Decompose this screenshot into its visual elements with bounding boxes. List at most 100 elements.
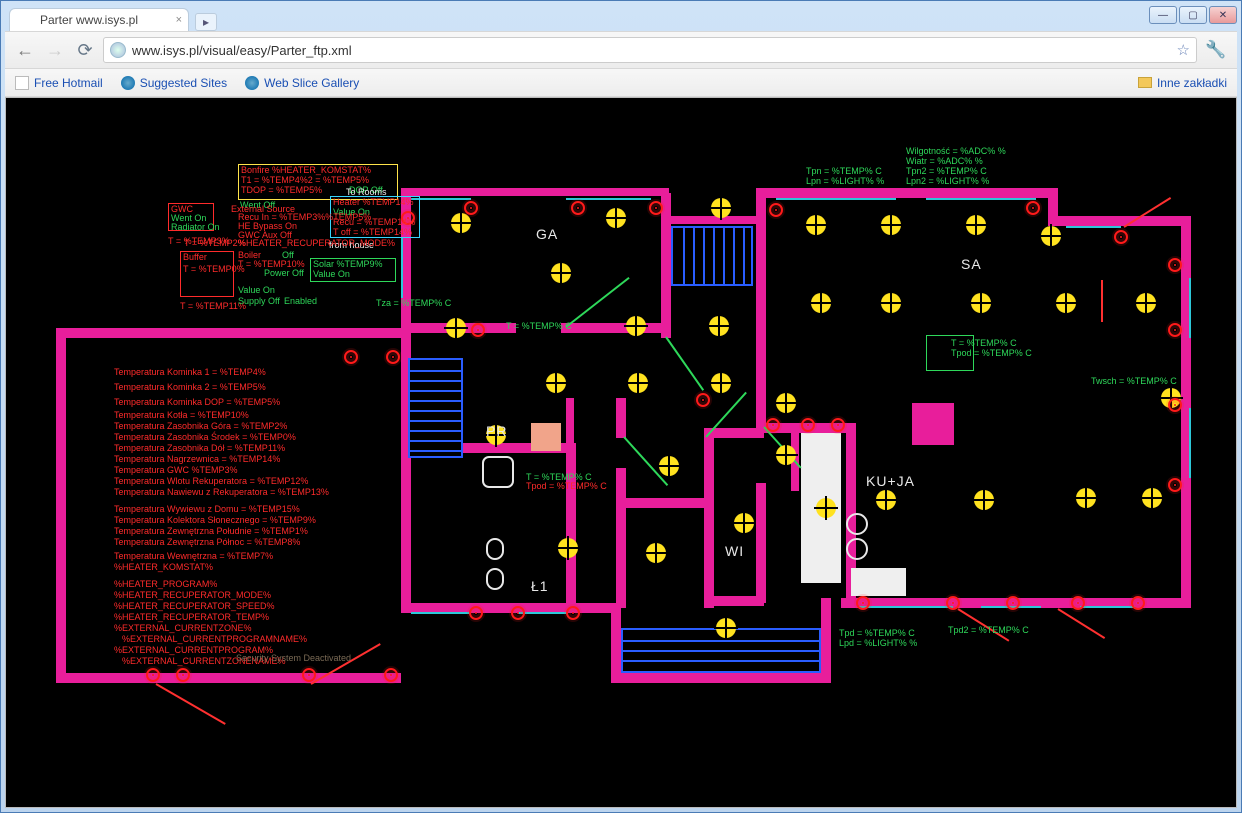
address-bar[interactable]: ☆	[103, 37, 1197, 63]
light-icon[interactable]	[776, 393, 796, 413]
other-bookmarks[interactable]: Inne zakładki	[1138, 76, 1227, 90]
light-icon[interactable]	[776, 445, 796, 465]
light-icon[interactable]	[881, 293, 901, 313]
light-icon[interactable]	[606, 208, 626, 228]
stairs	[408, 358, 463, 458]
light-icon[interactable]	[811, 293, 831, 313]
object-block	[531, 423, 561, 451]
wall	[821, 598, 831, 683]
close-button[interactable]: ✕	[1209, 6, 1237, 24]
sensor-icon[interactable]	[696, 393, 710, 407]
forward-button[interactable]: →	[43, 38, 67, 62]
wall	[1048, 216, 1188, 226]
sensor-icon[interactable]	[1168, 398, 1182, 412]
light-icon[interactable]	[646, 543, 666, 563]
bookmark-web-slice[interactable]: Web Slice Gallery	[245, 76, 359, 90]
browser-tab[interactable]: Parter www.isys.pl ×	[9, 8, 189, 31]
sensor-icon[interactable]	[1168, 258, 1182, 272]
wrench-menu-icon[interactable]: 🔧	[1203, 40, 1229, 60]
light-icon[interactable]	[551, 263, 571, 283]
sensor-icon[interactable]	[302, 668, 316, 682]
toilet-icon	[486, 568, 504, 590]
sensor-icon[interactable]	[384, 668, 398, 682]
sensor-icon[interactable]	[386, 350, 400, 364]
light-icon[interactable]	[626, 316, 646, 336]
light-icon[interactable]	[1136, 293, 1156, 313]
wall	[704, 428, 714, 608]
sensor-icon[interactable]	[1071, 596, 1085, 610]
sensor-icon[interactable]	[176, 668, 190, 682]
light-icon[interactable]	[974, 490, 994, 510]
status-line: %HEATER_KOMSTAT%	[114, 562, 399, 573]
status-line: Temperatura GWC %TEMP3%	[114, 465, 399, 476]
light-icon[interactable]	[876, 490, 896, 510]
light-icon[interactable]	[966, 215, 986, 235]
window	[1189, 278, 1191, 338]
status-line: Temperatura Nagrzewnica = %TEMP14%	[114, 454, 399, 465]
back-button[interactable]: ←	[13, 38, 37, 62]
light-icon[interactable]	[709, 316, 729, 336]
window	[1080, 606, 1135, 608]
light-icon[interactable]	[1076, 488, 1096, 508]
light-icon[interactable]	[734, 513, 754, 533]
light-icon[interactable]	[1142, 488, 1162, 508]
new-tab-button[interactable]: ▸	[195, 13, 217, 31]
buffer-t2: T = %TEMP2%	[184, 238, 246, 249]
door-line	[1101, 280, 1103, 322]
sink-icon	[846, 538, 868, 560]
sensor-icon[interactable]	[946, 596, 960, 610]
sensor-icon[interactable]	[1168, 323, 1182, 337]
page-viewport: GA SA PR KU+JA WI Ł1 Wilgotność = %ADC% …	[5, 97, 1237, 808]
light-icon[interactable]	[971, 293, 991, 313]
reload-button[interactable]: ⟳	[73, 38, 97, 62]
light-icon[interactable]	[446, 318, 466, 338]
status-line: Temperatura Zasobnika Dół = %TEMP11%	[114, 443, 399, 454]
light-icon[interactable]	[546, 373, 566, 393]
bookmark-star-icon[interactable]: ☆	[1177, 41, 1190, 59]
door-swing	[565, 277, 629, 328]
gwc-box: GWC Went On Radiator On	[168, 203, 214, 231]
light-icon[interactable]	[659, 456, 679, 476]
light-icon[interactable]	[816, 498, 836, 518]
sensor-icon[interactable]	[464, 201, 478, 215]
minimize-button[interactable]: —	[1149, 6, 1177, 24]
wall	[611, 673, 831, 683]
sensor-icon[interactable]	[469, 606, 483, 620]
sensor-icon[interactable]	[566, 606, 580, 620]
maximize-button[interactable]: ▢	[1179, 6, 1207, 24]
light-icon[interactable]	[711, 373, 731, 393]
sensor-icon[interactable]	[511, 606, 525, 620]
sensor-icon[interactable]	[801, 418, 815, 432]
sensor-icon[interactable]	[471, 323, 485, 337]
sensor-icon[interactable]	[856, 596, 870, 610]
light-icon[interactable]	[806, 215, 826, 235]
sensor-icon[interactable]	[1131, 596, 1145, 610]
bookmark-suggested-sites[interactable]: Suggested Sites	[121, 76, 227, 90]
light-icon[interactable]	[1041, 226, 1061, 246]
light-icon[interactable]	[711, 198, 731, 218]
sensor-icon[interactable]	[1026, 201, 1040, 215]
room-label-l1: Ł1	[531, 578, 549, 594]
window	[401, 238, 403, 298]
light-icon[interactable]	[451, 213, 471, 233]
sensor-icon[interactable]	[831, 418, 845, 432]
sensor-icon[interactable]	[1006, 596, 1020, 610]
url-input[interactable]	[132, 43, 1171, 58]
sensor-icon[interactable]	[649, 201, 663, 215]
light-icon[interactable]	[716, 618, 736, 638]
light-icon[interactable]	[881, 215, 901, 235]
light-icon[interactable]	[558, 538, 578, 558]
tab-close-icon[interactable]: ×	[176, 14, 182, 26]
sensor-icon[interactable]	[146, 668, 160, 682]
floorplan-canvas[interactable]: GA SA PR KU+JA WI Ł1 Wilgotność = %ADC% …	[6, 98, 1236, 807]
bookmark-free-hotmail[interactable]: Free Hotmail	[15, 76, 103, 90]
counter	[851, 568, 906, 596]
sensor-icon[interactable]	[766, 418, 780, 432]
sensor-icon[interactable]	[344, 350, 358, 364]
sensor-icon[interactable]	[769, 203, 783, 217]
light-icon[interactable]	[1056, 293, 1076, 313]
sensor-icon[interactable]	[1114, 230, 1128, 244]
sensor-icon[interactable]	[1168, 478, 1182, 492]
sensor-icon[interactable]	[571, 201, 585, 215]
light-icon[interactable]	[628, 373, 648, 393]
